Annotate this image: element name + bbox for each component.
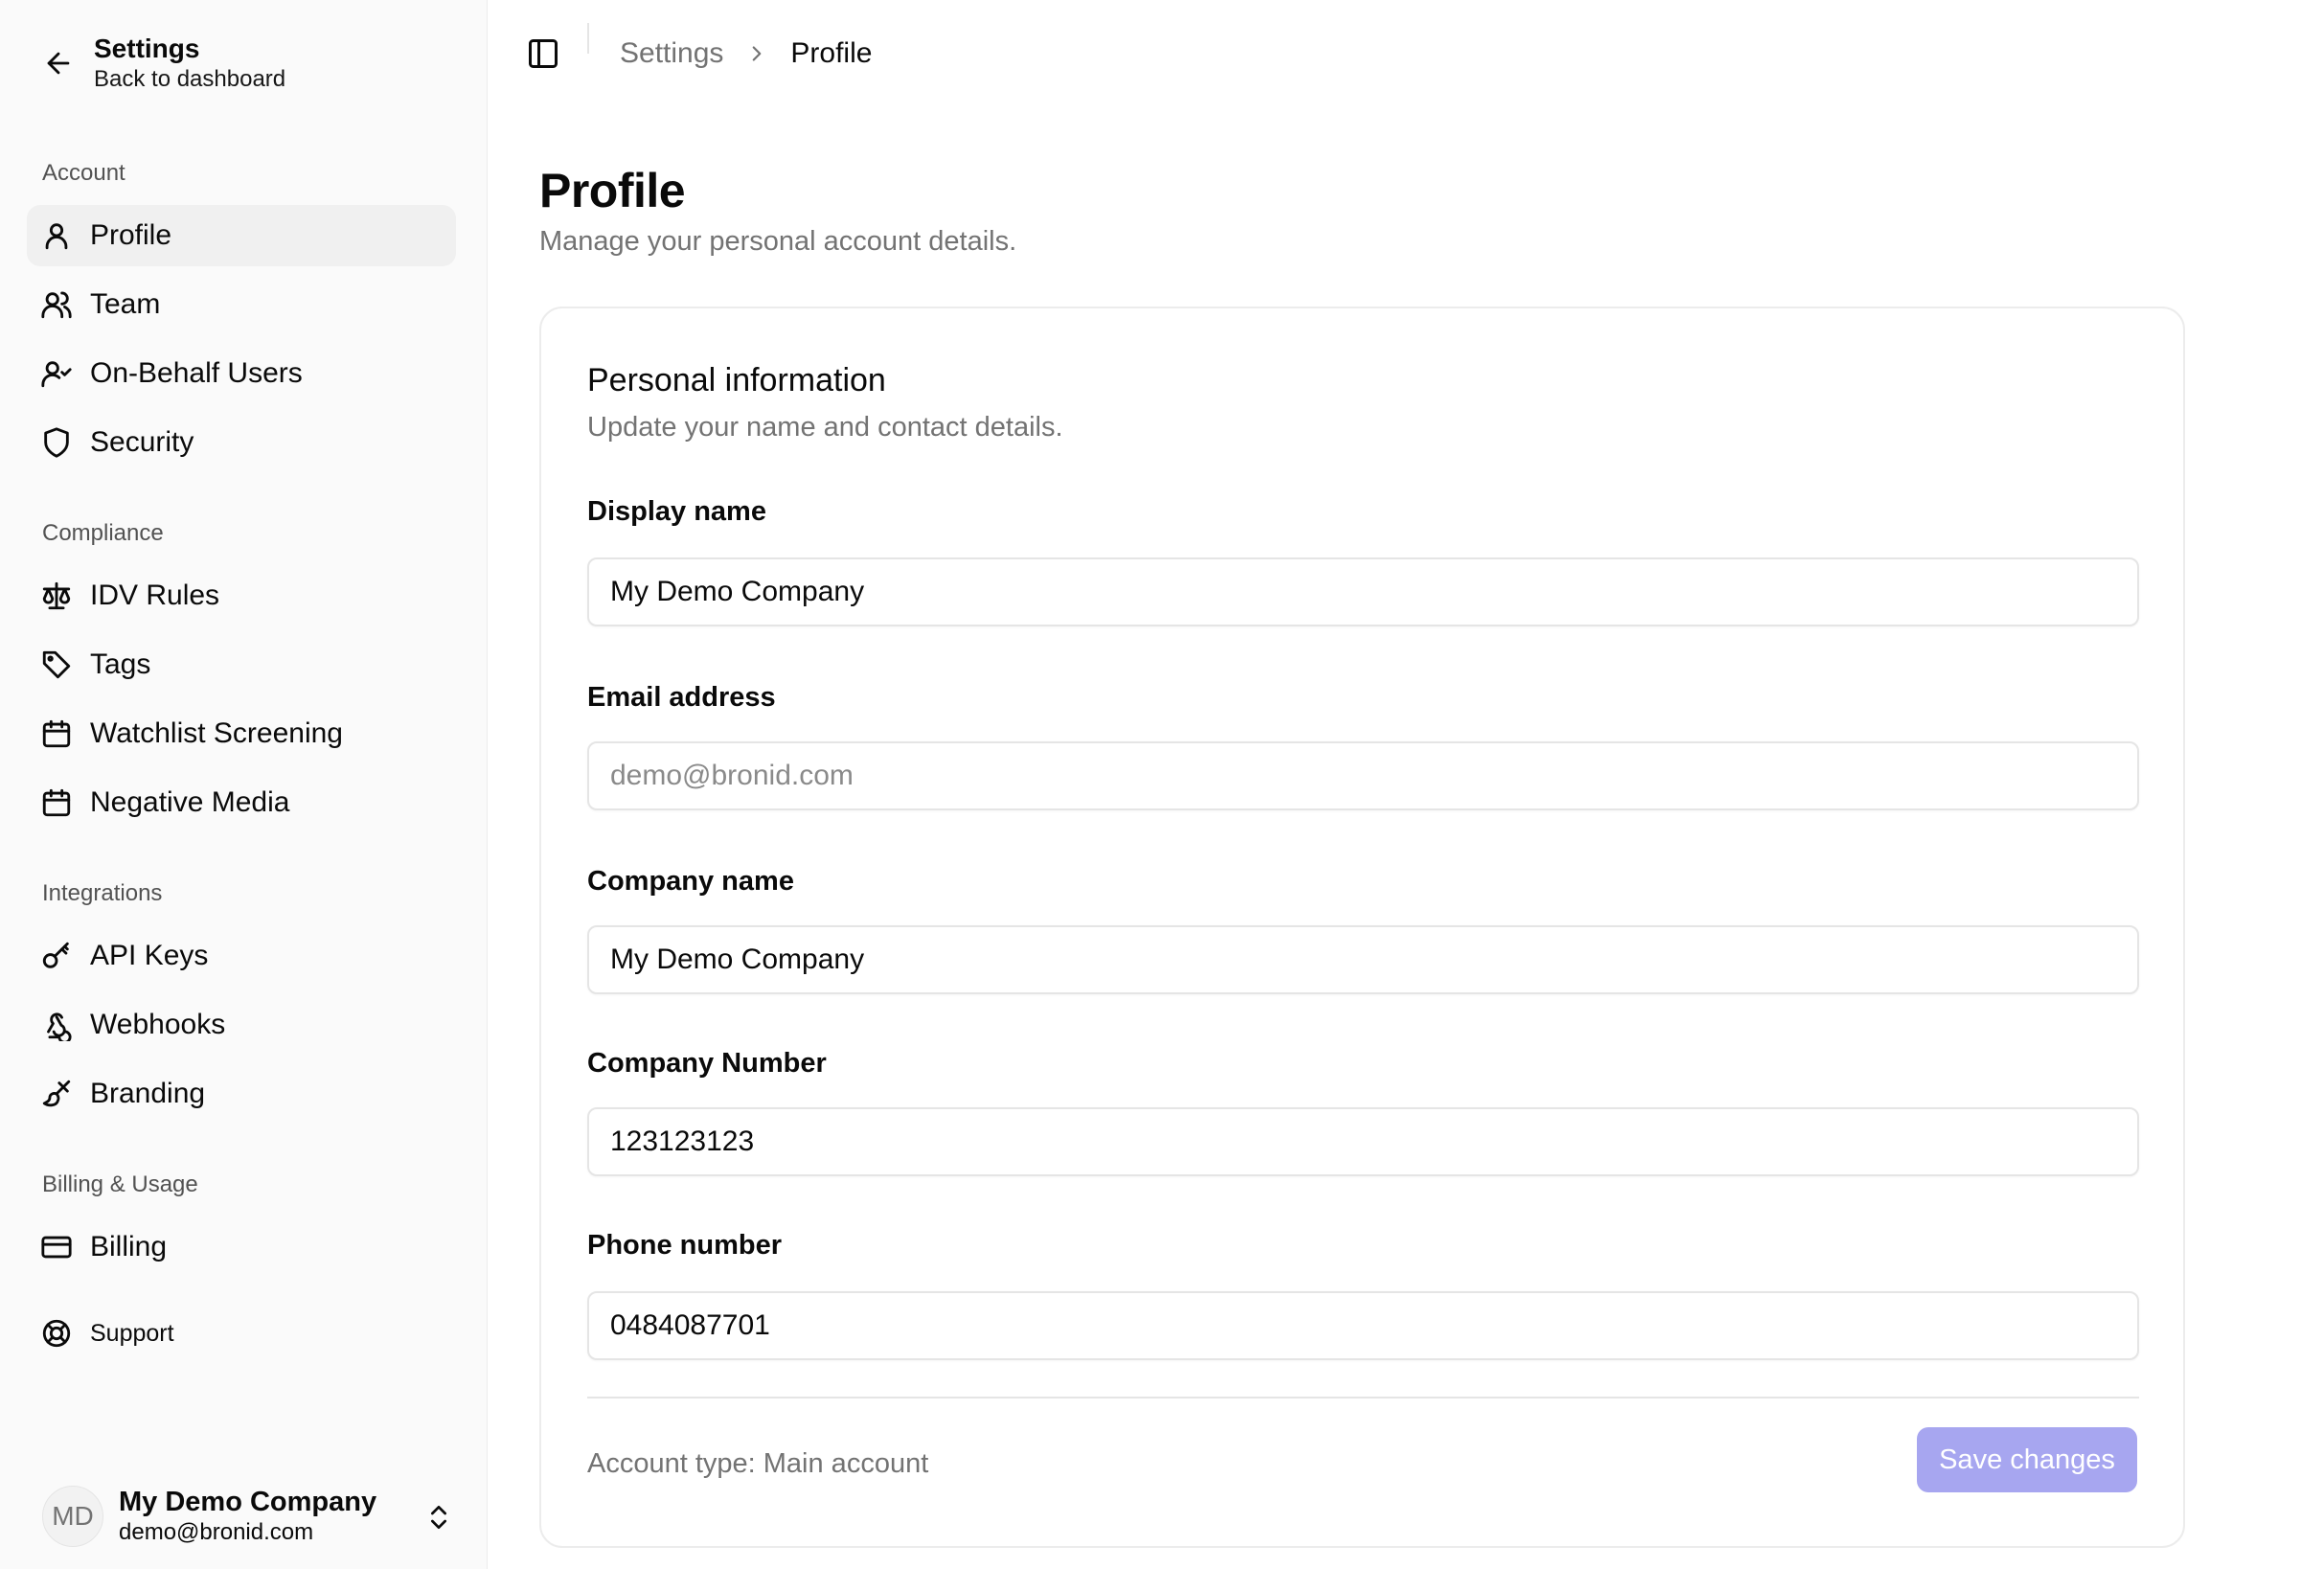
card-title: Personal information xyxy=(587,362,886,398)
credit-card-icon xyxy=(41,1236,72,1259)
sidebar-item-profile[interactable]: Profile xyxy=(27,205,456,266)
company-name-input[interactable] xyxy=(587,925,2139,994)
top-bar: Settings Profile xyxy=(526,23,872,82)
group-label-compliance: Compliance xyxy=(42,520,164,546)
life-buoy-icon xyxy=(42,1319,71,1348)
sidebar-toggle-icon[interactable] xyxy=(526,36,560,71)
sidebar-item-negative-media[interactable]: Negative Media xyxy=(27,772,456,833)
sidebar-item-webhooks[interactable]: Webhooks xyxy=(27,994,456,1056)
sidebar-item-label: Security xyxy=(90,426,194,458)
company-number-label: Company Number xyxy=(587,1048,827,1079)
user-name: My Demo Company xyxy=(119,1487,377,1517)
sidebar-item-billing[interactable]: Billing xyxy=(27,1217,456,1278)
page-subtitle: Manage your personal account details. xyxy=(539,226,1017,257)
sidebar-item-support[interactable]: Support xyxy=(27,1303,456,1364)
settings-title: Settings xyxy=(94,34,200,63)
sidebar-item-watchlist-screening[interactable]: Watchlist Screening xyxy=(27,703,456,764)
avatar: MD xyxy=(42,1486,103,1547)
sidebar-item-label: Webhooks xyxy=(90,1009,226,1040)
account-type-label: Account type: Main account xyxy=(587,1448,929,1479)
personal-information-card: Personal information Update your name an… xyxy=(539,307,2185,1548)
calendar-icon xyxy=(42,719,71,748)
paintbrush-icon xyxy=(42,1080,71,1107)
divider xyxy=(587,23,589,54)
sidebar-item-label: Profile xyxy=(90,219,172,251)
sidebar-item-idv-rules[interactable]: IDV Rules xyxy=(27,565,456,626)
sidebar-item-label: Billing xyxy=(90,1231,168,1262)
save-changes-button[interactable]: Save changes xyxy=(1917,1427,2137,1492)
sidebar-item-api-keys[interactable]: API Keys xyxy=(27,925,456,987)
page-title: Profile xyxy=(539,164,686,217)
phone-number-label: Phone number xyxy=(587,1230,783,1261)
sidebar-item-label: IDV Rules xyxy=(90,580,220,611)
sidebar-item-security[interactable]: Security xyxy=(27,412,456,473)
card-subtitle: Update your name and contact details. xyxy=(587,412,1063,443)
company-number-input[interactable] xyxy=(587,1107,2139,1176)
sidebar: Settings Back to dashboard Account Profi… xyxy=(0,0,487,1569)
scale-icon xyxy=(42,581,71,610)
calendar-icon xyxy=(42,788,71,817)
tag-icon xyxy=(42,650,71,679)
sidebar-item-tags[interactable]: Tags xyxy=(27,634,456,695)
breadcrumb-current: Profile xyxy=(790,37,873,69)
webhook-icon xyxy=(47,1012,72,1041)
key-icon xyxy=(42,942,69,968)
back-to-dashboard-label: Back to dashboard xyxy=(94,66,286,92)
user-menu[interactable]: MD My Demo Company demo@bronid.com xyxy=(42,1483,454,1550)
breadcrumb: Settings Profile xyxy=(620,37,872,70)
display-name-label: Display name xyxy=(587,496,766,527)
sidebar-item-label: Watchlist Screening xyxy=(90,717,343,749)
users-icon xyxy=(41,291,72,319)
sidebar-item-label: Support xyxy=(90,1319,174,1347)
sidebar-item-branding[interactable]: Branding xyxy=(27,1063,456,1125)
arrow-left-icon xyxy=(47,52,70,75)
chevron-right-icon xyxy=(753,46,762,61)
phone-number-input[interactable] xyxy=(587,1291,2139,1360)
user-icon xyxy=(45,223,68,250)
company-name-label: Company name xyxy=(587,866,794,897)
back-to-dashboard-link[interactable]: Settings Back to dashboard xyxy=(42,33,285,94)
group-label-billing: Billing & Usage xyxy=(42,1171,198,1197)
sidebar-item-label: On-Behalf Users xyxy=(90,357,303,389)
user-email: demo@bronid.com xyxy=(119,1519,314,1545)
email-field[interactable] xyxy=(587,741,2139,810)
user-check-icon xyxy=(41,361,72,388)
card-footer-divider xyxy=(587,1397,2139,1398)
chevrons-up-down-icon xyxy=(431,1506,446,1529)
sidebar-item-label: Team xyxy=(90,288,161,320)
main-content: Settings Profile Profile Manage your per… xyxy=(487,0,2324,1569)
sidebar-item-on-behalf-users[interactable]: On-Behalf Users xyxy=(27,343,456,404)
sidebar-item-label: Tags xyxy=(90,648,151,680)
email-label: Email address xyxy=(587,682,776,713)
sidebar-item-team[interactable]: Team xyxy=(27,274,456,335)
display-name-input[interactable] xyxy=(587,557,2139,626)
breadcrumb-settings[interactable]: Settings xyxy=(620,37,723,70)
sidebar-item-label: Negative Media xyxy=(90,786,290,818)
sidebar-item-label: Branding xyxy=(90,1078,206,1109)
group-label-account: Account xyxy=(42,160,125,186)
shield-icon xyxy=(44,427,69,458)
sidebar-item-label: API Keys xyxy=(90,940,209,971)
group-label-integrations: Integrations xyxy=(42,880,163,906)
